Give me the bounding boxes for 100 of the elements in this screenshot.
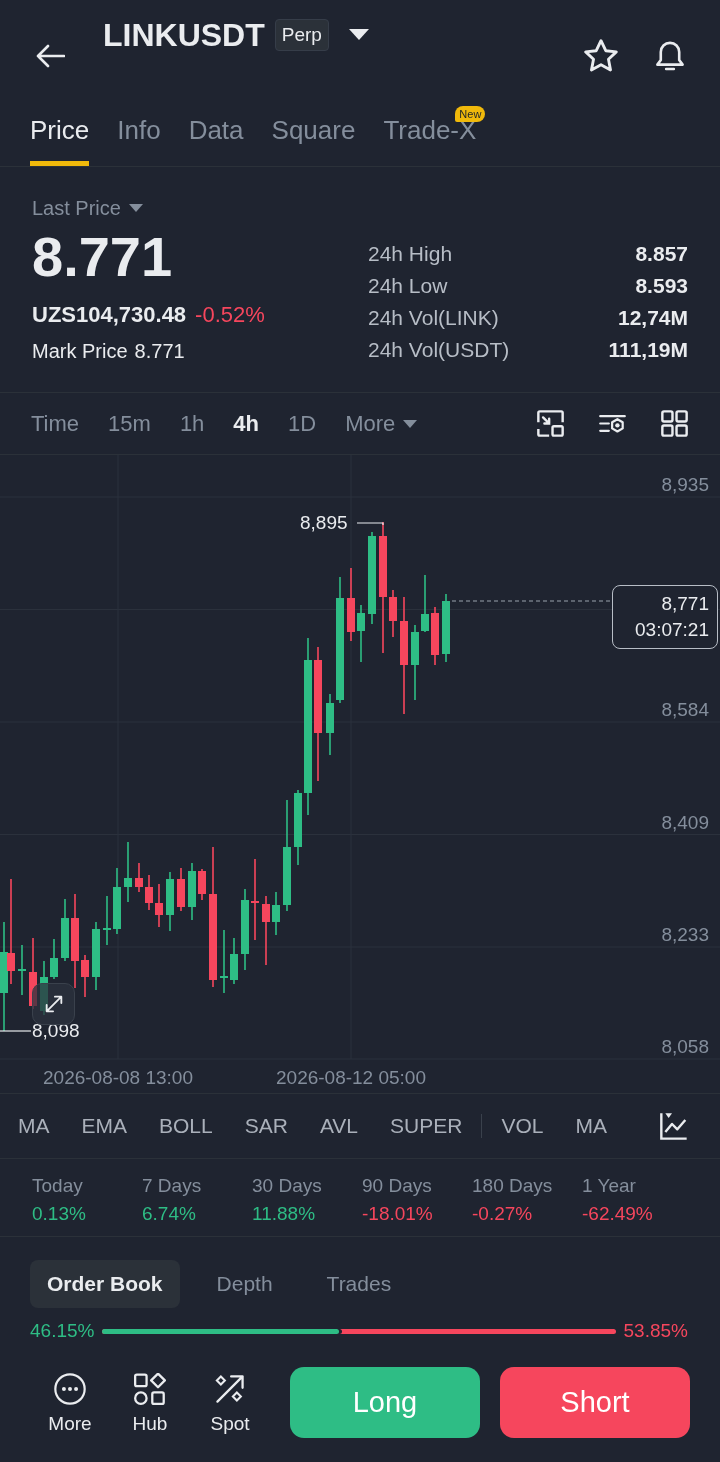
period-label: 90 Days — [362, 1174, 432, 1198]
candle — [92, 921, 100, 991]
indicator-tab[interactable]: MA — [18, 1114, 50, 1138]
nav-button[interactable]: More — [30, 1367, 110, 1435]
candle — [230, 937, 238, 985]
axis-label: 8,233 — [661, 924, 709, 946]
indicator-tab[interactable]: MA — [575, 1114, 607, 1138]
star-icon[interactable] — [584, 39, 618, 72]
candle — [145, 874, 153, 911]
axis-label: 8,584 — [661, 699, 709, 721]
line-chart-icon[interactable] — [660, 1112, 688, 1140]
fiat-price: UZS104,730.48 — [32, 302, 187, 328]
indicator-tab[interactable]: EMA — [81, 1114, 127, 1138]
leader-line — [356, 522, 384, 526]
axis-label: 2026-08-08 13:00 — [43, 1066, 193, 1090]
current-price: 8,771 — [661, 592, 709, 616]
order-book-tab[interactable]: Order Book — [30, 1260, 180, 1308]
candle — [135, 862, 143, 893]
period-change: 6.74% — [142, 1202, 196, 1226]
tab[interactable]: Data — [188, 115, 244, 166]
indicator-tab[interactable]: VOL — [501, 1114, 544, 1138]
axis-label: 8,935 — [661, 474, 709, 496]
high-price-label: 8,895 — [300, 512, 348, 534]
candle — [103, 895, 111, 946]
period-change: -18.01% — [362, 1202, 433, 1226]
axis-label: 2026-08-12 05:00 — [276, 1066, 426, 1090]
stat-label: 24h Low — [368, 274, 448, 298]
candle — [166, 871, 174, 932]
interval-tab[interactable]: Time — [31, 410, 80, 437]
candle — [421, 574, 429, 633]
period-label: 180 Days — [472, 1174, 553, 1198]
candle — [326, 693, 334, 756]
short-button[interactable]: Short — [500, 1367, 690, 1438]
candle — [262, 895, 270, 966]
back-arrow-icon[interactable] — [35, 44, 65, 68]
stat-value: 12,74M — [617, 306, 688, 330]
shapes-icon — [134, 1373, 166, 1405]
interval-tab[interactable]: 15m — [108, 410, 151, 437]
period-change: -62.49% — [582, 1202, 653, 1226]
candle — [431, 606, 439, 666]
countdown-timer: 03:07:21 — [635, 618, 709, 642]
expand-button[interactable] — [32, 983, 75, 1025]
stat-value: 8.593 — [635, 274, 688, 298]
diagonal-arrow-icon — [214, 1373, 246, 1405]
order-book-tab[interactable]: Depth — [199, 1260, 290, 1308]
caret-down-icon — [403, 419, 418, 428]
candle — [18, 944, 26, 996]
more-icon — [54, 1373, 86, 1405]
more-dropdown[interactable]: More — [345, 410, 418, 437]
candle — [50, 938, 58, 980]
sell-ratio: 53.85% — [623, 1320, 688, 1342]
indicator-tab[interactable]: SAR — [244, 1114, 288, 1138]
pair-title[interactable]: LINKUSDT — [103, 16, 265, 54]
interval-tab[interactable]: 4h — [233, 410, 260, 437]
low-price-label: 8,098 — [32, 1020, 80, 1042]
candle — [442, 593, 450, 663]
candle — [155, 883, 163, 928]
period-label: 1 Year — [582, 1174, 636, 1198]
indicator-tab[interactable]: BOLL — [159, 1114, 213, 1138]
period-label: 7 Days — [142, 1174, 202, 1198]
period-label: 30 Days — [252, 1174, 322, 1198]
caret-down-icon[interactable] — [348, 29, 369, 41]
candle — [124, 841, 132, 903]
stat-value: 8.857 — [635, 242, 688, 266]
candle — [389, 589, 397, 638]
window-arrow-icon[interactable] — [537, 410, 564, 437]
tab[interactable]: Info — [117, 115, 161, 166]
period-change: -0.27% — [472, 1202, 533, 1226]
leader-line — [0, 1030, 32, 1032]
tab[interactable]: Price — [30, 115, 90, 166]
indicator-tab[interactable]: SUPER — [390, 1114, 463, 1138]
stat-label: 24h Vol(USDT) — [368, 338, 510, 362]
candle — [198, 868, 206, 901]
candle — [177, 867, 185, 912]
grid-icon[interactable] — [661, 410, 688, 437]
candle — [81, 954, 89, 998]
period-change: 11.88% — [252, 1202, 316, 1226]
interval-tab[interactable]: 1h — [179, 410, 205, 437]
order-book-tab[interactable]: Trades — [309, 1260, 409, 1308]
indicator-tab[interactable]: AVL — [319, 1114, 359, 1138]
stat-label: 24h High — [368, 242, 453, 266]
period-label: Today — [32, 1174, 83, 1198]
mark-price: 8.771 — [134, 339, 185, 363]
axis-label: 8,058 — [661, 1036, 709, 1058]
mark-price-label: Mark Price — [32, 339, 128, 363]
candle — [272, 891, 280, 936]
nav-button[interactable]: Hub — [110, 1367, 190, 1435]
candle — [357, 604, 365, 663]
stat-value: 111,19M — [608, 338, 688, 362]
price-change: -0.52% — [195, 302, 265, 328]
axis-label: 8,409 — [661, 811, 709, 834]
candle — [113, 867, 121, 935]
nav-button[interactable]: Spot — [190, 1367, 270, 1435]
tab[interactable]: Square — [271, 115, 356, 166]
candle — [61, 898, 69, 962]
price-type-label[interactable]: Last Price — [32, 196, 121, 220]
bell-icon[interactable] — [653, 39, 687, 72]
interval-tab[interactable]: 1D — [288, 410, 317, 437]
stat-label: 24h Vol(LINK) — [368, 306, 499, 330]
contract-tag: Perp — [274, 19, 329, 51]
